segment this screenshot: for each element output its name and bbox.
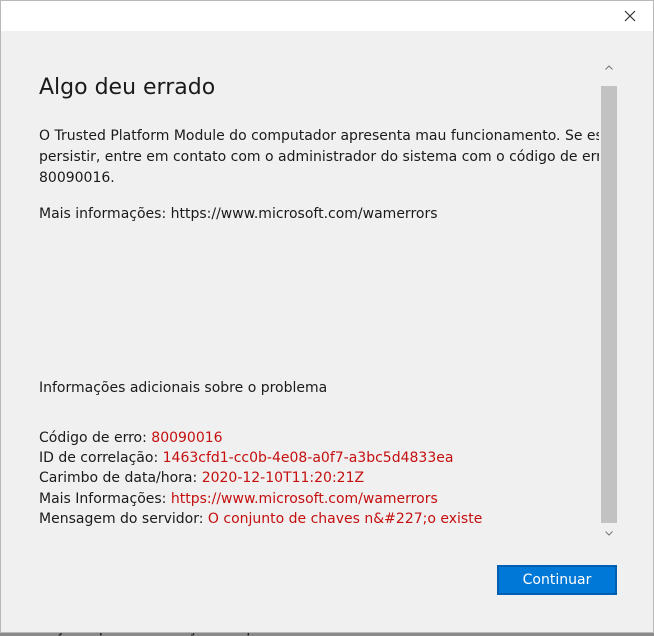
detail-row-error-code: Código de erro: 80090016 <box>39 428 482 448</box>
detail-label: ID de correlação: <box>39 450 163 467</box>
detail-row-server-message: Mensagem do servidor: O conjunto de chav… <box>39 509 482 529</box>
scroll-up-icon <box>605 64 613 70</box>
scroll-down-button[interactable] <box>601 525 617 541</box>
detail-value: https://www.microsoft.com/wamerrors <box>170 490 438 507</box>
dialog-heading: Algo deu errado <box>39 75 216 100</box>
scroll-thumb[interactable] <box>601 86 617 523</box>
additional-info-heading: Informações adicionais sobre o problema <box>39 380 328 396</box>
close-icon <box>624 10 636 22</box>
dialog-content: Algo deu errado O Trusted Platform Modul… <box>39 31 599 543</box>
detail-label: Carimbo de data/hora: <box>39 470 202 487</box>
scroll-up-button[interactable] <box>601 59 617 75</box>
title-bar <box>1 1 653 31</box>
detail-row-timestamp: Carimbo de data/hora: 2020-12-10T11:20:2… <box>39 468 482 488</box>
more-info-text: Mais informações: https://www.microsoft.… <box>39 206 438 222</box>
error-message-line: persistir, entre em contato com o admini… <box>39 149 599 165</box>
scroll-track[interactable] <box>601 77 617 523</box>
detail-label: Código de erro: <box>39 430 152 446</box>
error-dialog: Algo deu errado O Trusted Platform Modul… <box>0 0 654 633</box>
continue-button[interactable]: Continuar <box>497 565 617 595</box>
detail-value: 2020-12-10T11:20:21Z <box>201 470 365 487</box>
detail-label: Mais Informações: <box>39 490 171 507</box>
detail-value: 80090016 <box>151 430 223 446</box>
detail-row-more-info: Mais Informações: https://www.microsoft.… <box>39 489 482 509</box>
error-message-line: 80090016. <box>39 170 115 186</box>
detail-value: O conjunto de chaves n&#227;o existe <box>207 510 483 527</box>
detail-row-correlation-id: ID de correlação: 1463cfd1-cc0b-4e08-a0f… <box>39 448 482 468</box>
close-button[interactable] <box>615 3 645 29</box>
scroll-down-icon <box>605 530 613 536</box>
error-details: Código de erro: 80090016 ID de correlaçã… <box>39 428 482 529</box>
vertical-scrollbar[interactable] <box>601 59 617 541</box>
error-message: O Trusted Platform Module do computador … <box>39 126 599 189</box>
detail-label: Mensagem do servidor: <box>39 510 208 527</box>
error-message-line: O Trusted Platform Module do computador … <box>39 128 599 144</box>
detail-value: 1463cfd1-cc0b-4e08-a0f7-a3bc5d4833ea <box>162 450 454 467</box>
